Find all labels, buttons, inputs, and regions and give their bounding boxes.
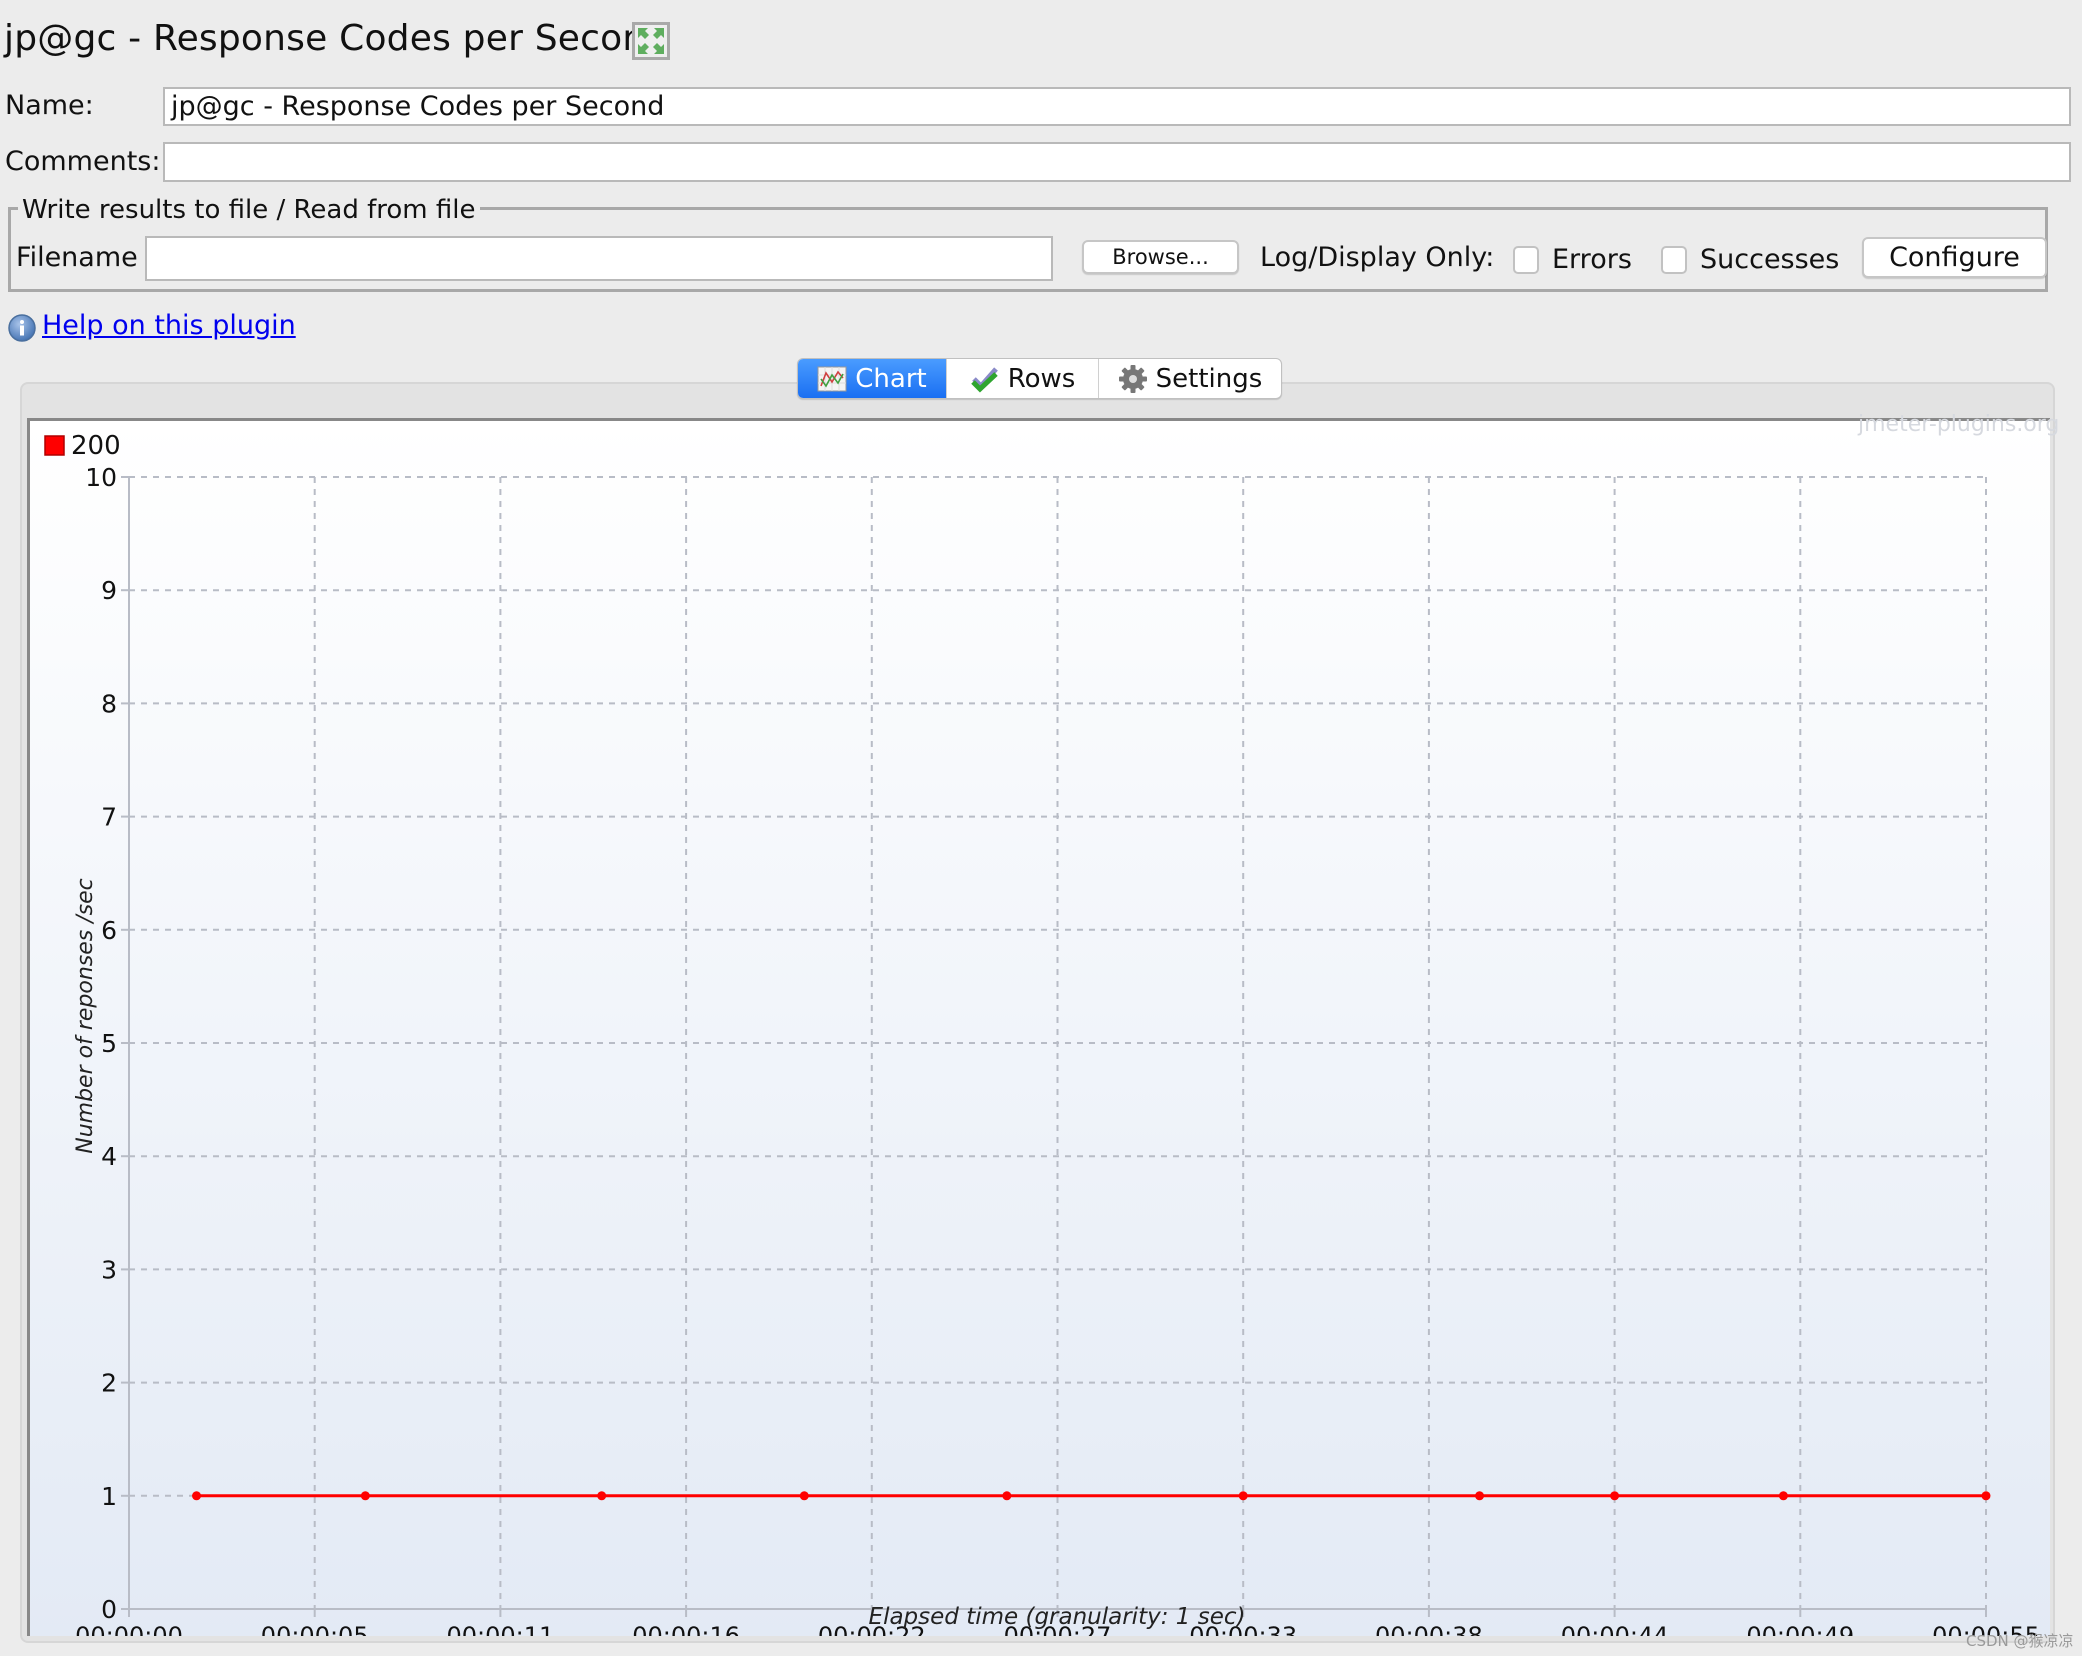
data-point <box>1778 1491 1788 1501</box>
browse-button[interactable]: Browse... <box>1082 240 1239 274</box>
expand-arrows-icon[interactable] <box>632 22 670 60</box>
y-tick-label: 3 <box>101 1255 117 1284</box>
successes-checkbox[interactable] <box>1661 246 1687 274</box>
data-point <box>597 1491 607 1501</box>
grid <box>129 476 1987 1609</box>
data-point <box>1981 1491 1991 1501</box>
y-tick-label: 4 <box>101 1142 117 1171</box>
filename-input[interactable] <box>145 236 1053 281</box>
gear-icon <box>1118 364 1147 393</box>
x-tick-label: 00:00:38 <box>1375 1622 1483 1636</box>
errors-label: Errors <box>1552 244 1632 275</box>
browse-button-label: Browse... <box>1112 245 1209 269</box>
data-point <box>1002 1491 1012 1501</box>
successes-label: Successes <box>1700 244 1840 275</box>
name-input-value: jp@gc - Response Codes per Second <box>171 91 665 122</box>
data-point <box>192 1491 202 1501</box>
y-tick-label: 1 <box>101 1482 117 1511</box>
y-tick-label: 10 <box>85 463 117 492</box>
data-point <box>799 1491 809 1501</box>
footer-watermark: CSDN @猴凉凉 <box>1966 1632 2074 1650</box>
comments-input[interactable] <box>163 142 2071 182</box>
errors-checkbox[interactable] <box>1513 246 1539 274</box>
legend: 200 <box>44 431 121 461</box>
help-link[interactable]: Help on this plugin <box>42 310 296 341</box>
checkmark-icon <box>970 366 998 392</box>
x-tick-label: 00:00:05 <box>261 1622 369 1636</box>
y-tick-label: 6 <box>101 916 117 945</box>
tab-settings-label: Settings <box>1155 363 1263 394</box>
configure-button[interactable]: Configure <box>1862 237 2047 278</box>
x-tick-label: 00:00:44 <box>1561 1622 1669 1636</box>
legend-swatch <box>44 435 65 456</box>
tab-chart[interactable]: Chart <box>798 359 946 398</box>
x-tick-label: 00:00:16 <box>632 1622 740 1636</box>
y-tick-label: 9 <box>101 576 117 605</box>
y-axis-label: Number of reponses /sec <box>73 878 98 1153</box>
data-point <box>1238 1491 1248 1501</box>
series-layer <box>192 1491 1991 1501</box>
x-tick-label: 00:00:49 <box>1746 1622 1854 1636</box>
y-tick-label: 8 <box>101 689 117 718</box>
name-input[interactable]: jp@gc - Response Codes per Second <box>163 87 2071 126</box>
log-display-only-label: Log/Display Only: <box>1260 242 1495 273</box>
data-point <box>1475 1491 1485 1501</box>
chart-icon <box>817 366 847 391</box>
tab-settings[interactable]: Settings <box>1098 359 1281 398</box>
page-title: jp@gc - Response Codes per Second <box>4 18 669 59</box>
x-axis-label: Elapsed time (granularity: 1 sec) <box>869 1604 1246 1630</box>
x-tick-label: 00:00:00 <box>75 1622 183 1636</box>
y-tick-label: 5 <box>101 1029 117 1058</box>
tab-chart-label: Chart <box>855 363 927 394</box>
y-tick-label: 7 <box>101 803 117 832</box>
info-icon <box>8 314 36 342</box>
y-tick-label: 2 <box>101 1369 117 1398</box>
y-tick-label: 0 <box>101 1595 117 1624</box>
comments-label: Comments: <box>5 146 161 177</box>
configure-button-label: Configure <box>1889 242 2020 273</box>
tab-rows-label: Rows <box>1007 363 1076 394</box>
tab-rows[interactable]: Rows <box>946 359 1098 398</box>
x-tick-label: 00:00:11 <box>447 1622 555 1636</box>
file-section-legend: Write results to file / Read from file <box>18 195 480 225</box>
tab-bar: Chart Rows Settings <box>797 358 1282 399</box>
legend-label: 200 <box>71 431 121 461</box>
filename-label: Filename <box>16 242 138 273</box>
data-point <box>1610 1491 1620 1501</box>
watermark: jmeter-plugins.org <box>1858 412 2060 437</box>
data-point <box>360 1491 370 1501</box>
name-label: Name: <box>5 90 94 121</box>
response-codes-chart: 0 1 2 3 4 5 6 7 8 9 10 00:00:00 00:00:05 00:00:11 00:0… <box>44 431 2040 1636</box>
